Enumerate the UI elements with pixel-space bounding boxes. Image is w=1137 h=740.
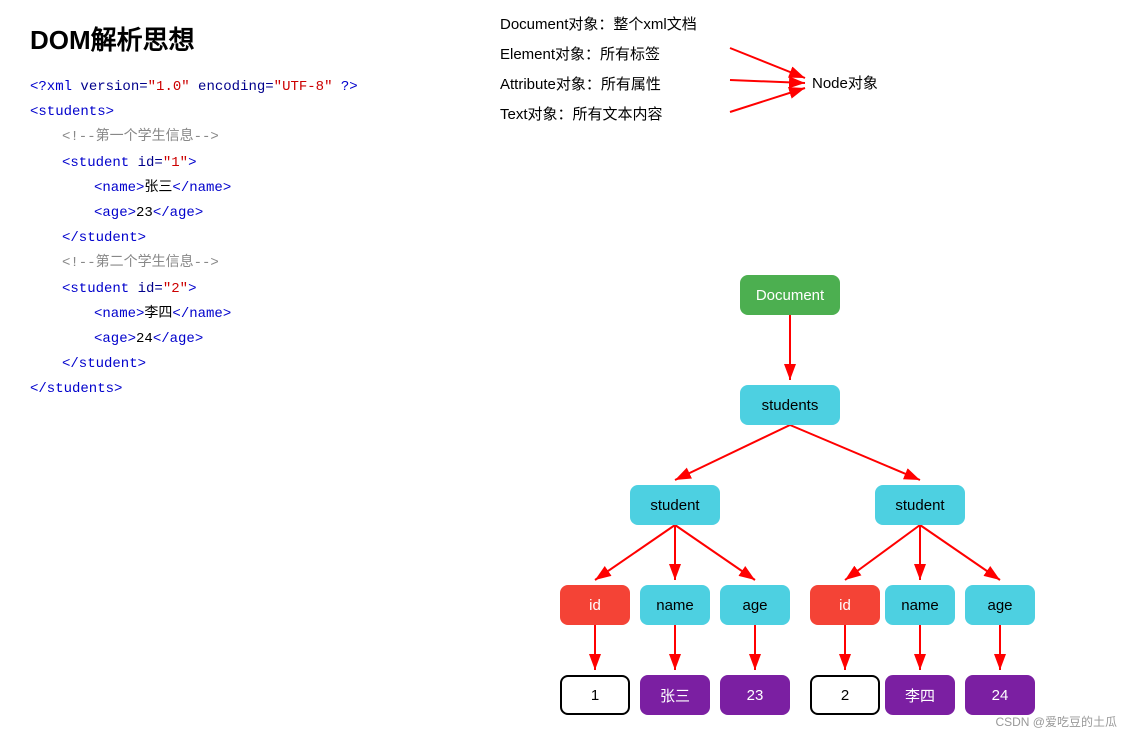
info-section: Document对象：整个xml文档 Element对象：所有标签 Attrib… bbox=[500, 10, 1117, 260]
info-line-3: Attribute对象：所有属性 bbox=[500, 70, 1117, 100]
info-line-2: Element对象：所有标签 bbox=[500, 40, 1117, 70]
right-panel: Document对象：整个xml文档 Element对象：所有标签 Attrib… bbox=[480, 0, 1137, 740]
node-val1: 1 bbox=[560, 675, 630, 715]
node-name1: name bbox=[640, 585, 710, 625]
node-val24: 24 bbox=[965, 675, 1035, 715]
code-line-9: <student id="2"> bbox=[30, 277, 450, 302]
section-title: DOM解析思想 bbox=[30, 20, 450, 57]
code-span: <?xml bbox=[30, 79, 80, 95]
node-student2: student bbox=[875, 485, 965, 525]
node-students: students bbox=[740, 385, 840, 425]
node-val-zhangsan: 张三 bbox=[640, 675, 710, 715]
node-student1: student bbox=[630, 485, 720, 525]
node-document: Document bbox=[740, 275, 840, 315]
code-line-11: <age>24</age> bbox=[30, 327, 450, 352]
node-age2: age bbox=[965, 585, 1035, 625]
code-line-4: <student id="1"> bbox=[30, 151, 450, 176]
info-line-1: Document对象：整个xml文档 bbox=[500, 10, 1117, 40]
code-line-2: <students> bbox=[30, 100, 450, 125]
code-line-5: <name>张三</name> bbox=[30, 176, 450, 201]
watermark: CSDN @爱吃豆的土瓜 bbox=[995, 713, 1117, 730]
main-container: DOM解析思想 <?xml version="1.0" encoding="UT… bbox=[0, 0, 1137, 740]
code-block: <?xml version="1.0" encoding="UTF-8" ?> … bbox=[30, 75, 450, 402]
info-list: Document对象：整个xml文档 Element对象：所有标签 Attrib… bbox=[500, 10, 1117, 130]
code-line-8: <!--第二个学生信息--> bbox=[30, 251, 450, 276]
info-spacer bbox=[500, 130, 1117, 260]
node-val23: 23 bbox=[720, 675, 790, 715]
node-val-lisi: 李四 bbox=[885, 675, 955, 715]
node-val2: 2 bbox=[810, 675, 880, 715]
code-line-6: <age>23</age> bbox=[30, 201, 450, 226]
left-panel: DOM解析思想 <?xml version="1.0" encoding="UT… bbox=[0, 0, 480, 740]
code-line-13: </students> bbox=[30, 377, 450, 402]
node-age1: age bbox=[720, 585, 790, 625]
code-line-12: </student> bbox=[30, 352, 450, 377]
node-id1: id bbox=[560, 585, 630, 625]
info-line-4: Text对象：所有文本内容 bbox=[500, 100, 1117, 130]
code-line-10: <name>李四</name> bbox=[30, 302, 450, 327]
node-id2: id bbox=[810, 585, 880, 625]
tree-diagram: Document students student student id nam… bbox=[500, 270, 1117, 730]
node-name2: name bbox=[885, 585, 955, 625]
code-line-1: <?xml version="1.0" encoding="UTF-8" ?> bbox=[30, 75, 450, 100]
code-line-3: <!--第一个学生信息--> bbox=[30, 125, 450, 150]
tree-svg bbox=[500, 270, 1117, 730]
code-line-7: </student> bbox=[30, 226, 450, 251]
